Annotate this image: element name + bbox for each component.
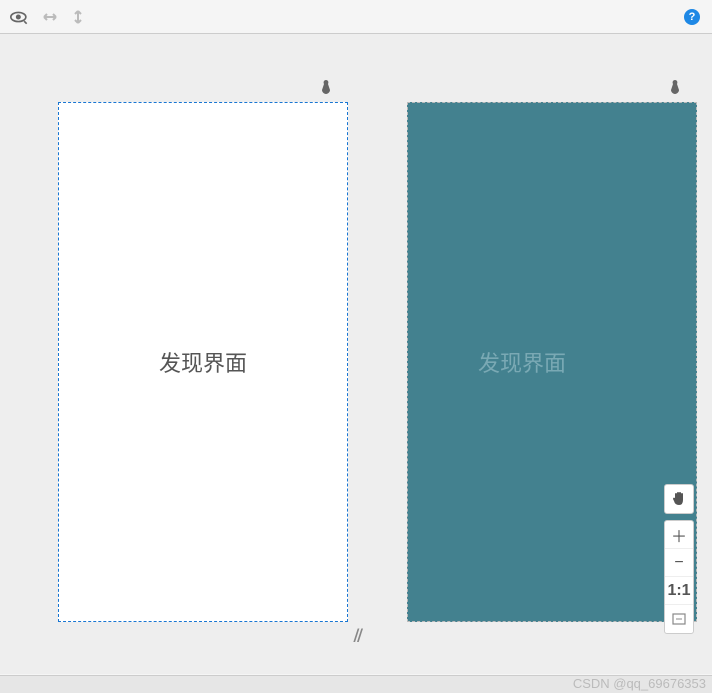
canvas-area: 发现界面 发现界面 // ＋ − 1:1 (0, 34, 712, 674)
zoom-in-button[interactable]: ＋ (665, 521, 693, 549)
wrench-icon[interactable] (669, 80, 681, 99)
design-panel-right[interactable]: 发现界面 (407, 102, 697, 622)
pan-button[interactable] (664, 484, 694, 514)
resize-handle-icon[interactable]: // (353, 626, 360, 647)
watermark: CSDN @qq_69676353 (573, 676, 706, 691)
zoom-controls: ＋ − 1:1 (664, 484, 694, 634)
zoom-reset-button[interactable]: 1:1 (665, 577, 693, 605)
horizontal-arrows-icon[interactable] (42, 9, 58, 25)
zoom-out-button[interactable]: − (665, 549, 693, 577)
vertical-arrows-icon[interactable] (70, 9, 86, 25)
design-panel-left[interactable]: 发现界面 (58, 102, 348, 622)
top-toolbar: ? (0, 0, 712, 34)
panel-label: 发现界面 (478, 346, 566, 378)
wrench-icon[interactable] (320, 80, 332, 99)
panel-label: 发现界面 (159, 346, 247, 378)
view-mode-icon[interactable] (10, 9, 30, 25)
help-icon[interactable]: ? (684, 9, 700, 25)
zoom-fit-button[interactable] (665, 605, 693, 633)
zoom-group: ＋ − 1:1 (664, 520, 694, 634)
